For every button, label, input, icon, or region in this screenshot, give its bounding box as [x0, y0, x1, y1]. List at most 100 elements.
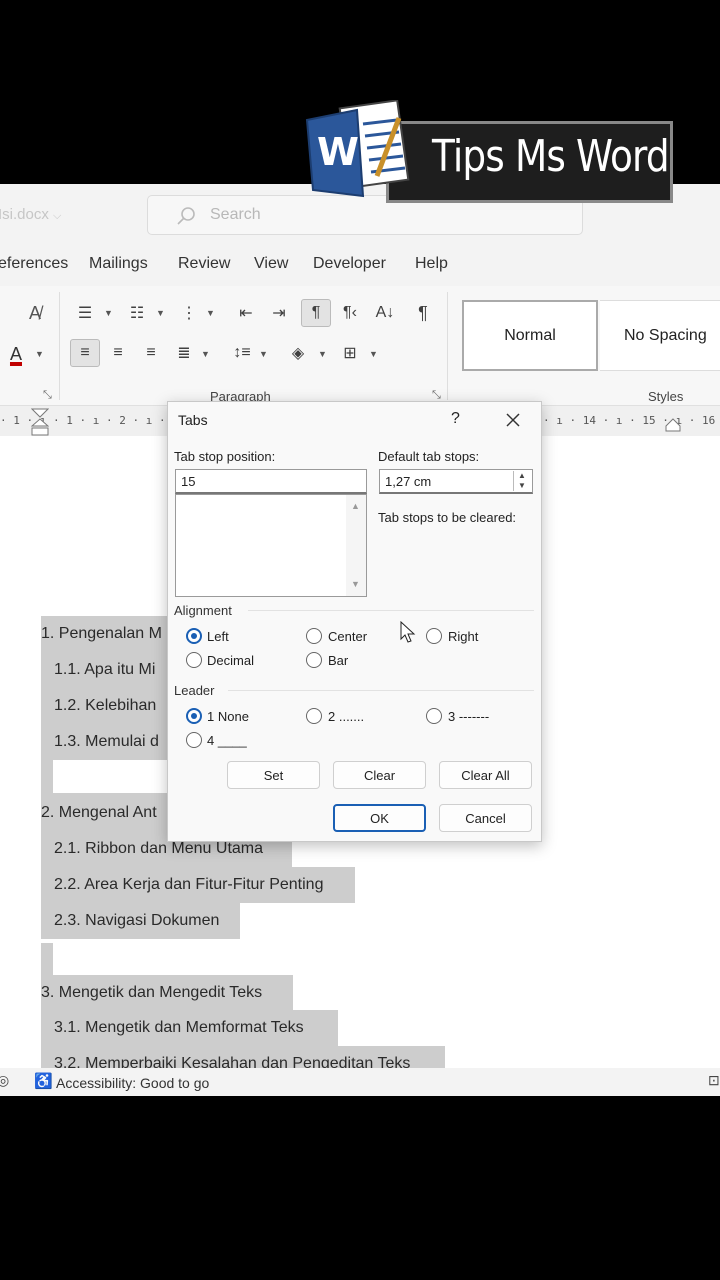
toc-line: 2. Mengenal Ant: [41, 795, 169, 831]
increase-indent-icon[interactable]: ⇥: [266, 300, 292, 326]
show-marks-icon[interactable]: ¶: [410, 300, 436, 326]
cancel-button[interactable]: Cancel: [439, 804, 532, 832]
toc-line: 3.2. Memperbaiki Kesalahan dan Pengedita…: [41, 1046, 445, 1068]
leader-underline-radio[interactable]: [186, 732, 202, 748]
clear-all-button[interactable]: Clear All: [439, 761, 532, 789]
sort-icon[interactable]: A↓: [372, 300, 398, 326]
scroll-down-icon[interactable]: ▼: [351, 579, 360, 589]
leader-none-radio[interactable]: [186, 708, 202, 724]
tab-stop-position-input[interactable]: [175, 469, 367, 494]
toc-line: 1.2. Kelebihan: [41, 688, 169, 724]
tab-help[interactable]: Help: [415, 255, 448, 273]
chevron-down-icon[interactable]: ▼: [318, 349, 327, 359]
default-tab-stops-input[interactable]: [379, 469, 533, 494]
toc-line: 3.1. Mengetik dan Memformat Teks: [41, 1010, 338, 1046]
macro-recording-icon[interactable]: ◎: [0, 1072, 9, 1089]
alignment-left-label[interactable]: Left: [207, 629, 229, 644]
decrease-indent-icon[interactable]: ⇤: [233, 300, 259, 326]
leader-none-label[interactable]: 1 None: [207, 709, 249, 724]
tab-stop-position-label: Tab stop position:: [174, 449, 276, 464]
style-normal[interactable]: Normal: [462, 300, 598, 371]
ribbon-divider: [447, 292, 448, 400]
accessibility-icon[interactable]: ♿: [34, 1072, 53, 1090]
chevron-down-icon[interactable]: ▼: [369, 349, 378, 359]
tab-view[interactable]: View: [254, 255, 288, 273]
chevron-down-icon[interactable]: ▼: [104, 308, 113, 318]
tab-stops-list[interactable]: ▲ ▼: [175, 494, 367, 597]
spin-control[interactable]: ▲ ▼: [513, 471, 531, 491]
toc-blank-line: [41, 760, 169, 796]
bullets-icon[interactable]: ☰: [72, 300, 98, 326]
tab-stops-cleared-label: Tab stops to be cleared:: [378, 510, 517, 525]
leader-dots-radio[interactable]: [306, 708, 322, 724]
group-divider: [228, 690, 534, 691]
ruler-left-marks: · 1 · ı · 1 · ı · 2 · ı · 3: [0, 414, 179, 427]
alignment-decimal-label[interactable]: Decimal: [207, 653, 254, 668]
dialog-launcher-icon[interactable]: ⤡: [43, 389, 52, 402]
alignment-right-radio[interactable]: [426, 628, 442, 644]
rtl-paragraph-icon[interactable]: ¶‹: [337, 300, 363, 326]
leader-dashes-label[interactable]: 3 -------: [448, 709, 489, 724]
set-button[interactable]: Set: [227, 761, 320, 789]
alignment-right-label[interactable]: Right: [448, 629, 478, 644]
scroll-up-icon[interactable]: ▲: [351, 501, 360, 511]
right-indent-marker-icon[interactable]: [665, 418, 681, 432]
tab-review[interactable]: Review: [178, 255, 230, 273]
spin-down-icon[interactable]: ▼: [518, 481, 526, 490]
dialog-title: Tabs: [178, 412, 208, 428]
alignment-left-radio[interactable]: [186, 628, 202, 644]
alignment-group-label: Alignment: [174, 603, 232, 618]
leader-dashes-radio[interactable]: [426, 708, 442, 724]
help-button[interactable]: ?: [451, 410, 460, 428]
style-no-spacing[interactable]: No Spacing: [600, 300, 720, 371]
chevron-down-icon[interactable]: ▼: [201, 349, 210, 359]
spin-up-icon[interactable]: ▲: [518, 471, 526, 480]
focus-icon[interactable]: ⊡: [708, 1072, 720, 1089]
word-logo-icon: W: [305, 99, 423, 200]
alignment-center-label[interactable]: Center: [328, 629, 367, 644]
justify-icon[interactable]: ≣: [171, 340, 197, 366]
tab-references[interactable]: eferences: [0, 255, 68, 273]
align-center-icon[interactable]: ≡: [105, 340, 131, 366]
document-name[interactable]: Isi.docx ⌵: [0, 206, 61, 223]
borders-icon[interactable]: ⊞: [337, 340, 363, 366]
shading-icon[interactable]: ◈: [285, 340, 311, 366]
leader-dots-label[interactable]: 2 .......: [328, 709, 364, 724]
chevron-down-icon: ⌵: [53, 210, 62, 222]
line-spacing-icon[interactable]: ↕≡: [229, 340, 255, 366]
align-left-icon[interactable]: ≡: [70, 339, 100, 367]
alignment-center-radio[interactable]: [306, 628, 322, 644]
alignment-bar-label[interactable]: Bar: [328, 653, 348, 668]
tab-mailings[interactable]: Mailings: [89, 255, 148, 273]
leader-underline-label[interactable]: 4 ____: [207, 733, 247, 748]
font-color-icon[interactable]: A: [4, 341, 28, 367]
ok-button[interactable]: OK: [333, 804, 426, 832]
toc-line: 2.3. Navigasi Dokumen: [41, 903, 240, 939]
close-icon[interactable]: [505, 412, 521, 428]
alignment-decimal-radio[interactable]: [186, 652, 202, 668]
chevron-down-icon[interactable]: ▼: [156, 308, 165, 318]
clear-button[interactable]: Clear: [333, 761, 426, 789]
toc-line: 1.3. Memulai d: [41, 724, 169, 760]
tab-developer[interactable]: Developer: [313, 255, 386, 273]
clear-formatting-icon[interactable]: A̸: [22, 300, 48, 326]
align-right-icon[interactable]: ≡: [138, 340, 164, 366]
ltr-paragraph-icon[interactable]: ¶: [301, 299, 331, 327]
leader-group-label: Leader: [174, 683, 215, 698]
default-tab-stops-label: Default tab stops:: [378, 449, 480, 464]
multilevel-list-icon[interactable]: ⋮: [176, 300, 202, 326]
accessibility-status[interactable]: Accessibility: Good to go: [56, 1075, 209, 1091]
list-scrollbar[interactable]: ▲ ▼: [346, 495, 366, 596]
numbering-icon[interactable]: ☷: [124, 300, 150, 326]
styles-group-label: Styles: [648, 389, 684, 404]
tabs-dialog: Tabs ? Tab stop position: ▲ ▼ Default ta…: [167, 401, 542, 842]
chevron-down-icon[interactable]: ▼: [206, 308, 215, 318]
logo-text: Tips Ms Word: [432, 131, 670, 182]
ribbon-divider: [59, 292, 60, 400]
ruler-right-marks: · ı · 14 · ı · 15 · ı · 16 ·: [543, 414, 720, 427]
toc-line: 1.1. Apa itu Mi: [41, 652, 169, 688]
chevron-down-icon[interactable]: ▼: [35, 349, 44, 359]
chevron-down-icon[interactable]: ▼: [259, 349, 268, 359]
alignment-bar-radio[interactable]: [306, 652, 322, 668]
indent-marker-icon[interactable]: [31, 408, 49, 436]
